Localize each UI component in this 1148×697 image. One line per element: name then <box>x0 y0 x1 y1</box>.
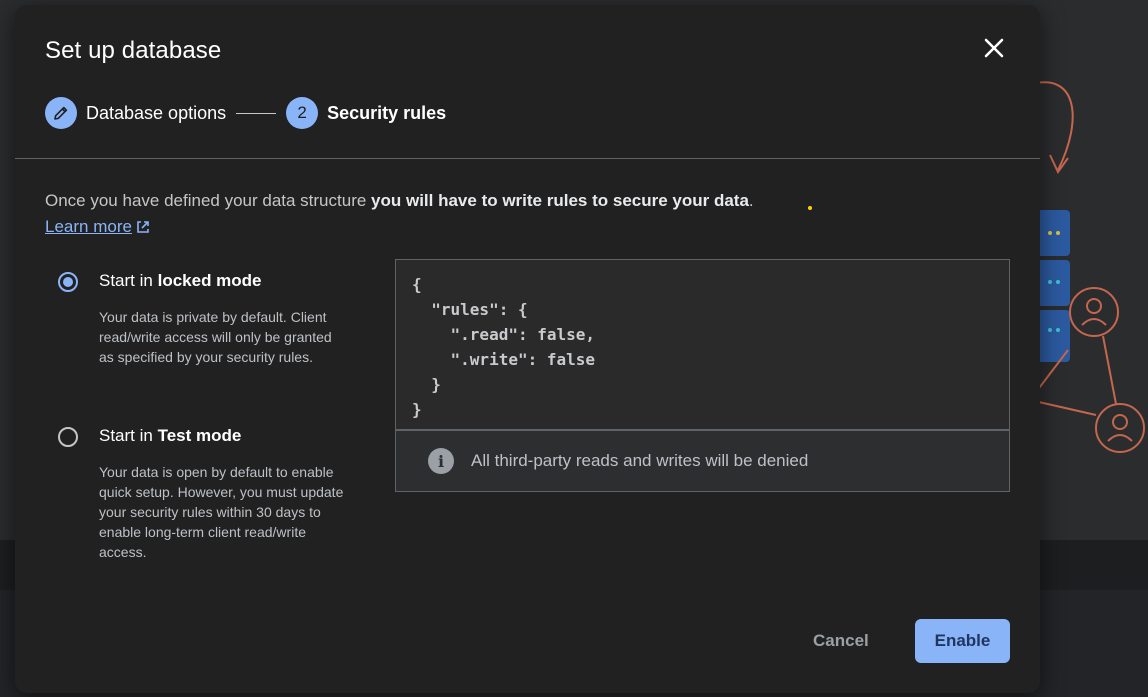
learn-more-label: Learn more <box>45 217 132 236</box>
cancel-button[interactable]: Cancel <box>797 619 885 663</box>
rules-code: { "rules": { ".read": false, ".write": f… <box>412 275 596 419</box>
cursor-dot <box>808 206 812 210</box>
radio-test-mode[interactable] <box>58 427 78 447</box>
intro-end: . <box>748 191 754 210</box>
info-icon: i <box>428 448 454 474</box>
info-banner: i All third-party reads and writes will … <box>395 430 1010 492</box>
intro-plain: Once you have defined your data structur… <box>45 191 372 210</box>
learn-more-link[interactable]: Learn more <box>45 217 151 237</box>
header-divider <box>15 158 1040 159</box>
option-locked-mode-label: locked mode <box>157 271 262 290</box>
dialog-title: Set up database <box>45 37 222 64</box>
option-test-description: Your data is open by default to enable q… <box>99 464 344 560</box>
option-locked-prefix: Start in <box>99 271 158 290</box>
intro-text: Once you have defined your data structur… <box>45 191 754 211</box>
option-locked-description: Your data is private by default. Client … <box>99 309 332 365</box>
intro-bold: you will have to write rules to secure y… <box>371 191 749 210</box>
step-connector <box>236 112 277 114</box>
step-2-indicator: 2 <box>286 97 319 129</box>
info-text: All third-party reads and writes will be… <box>471 451 809 470</box>
setup-database-dialog: Set up database Database options 2 Secur… <box>15 5 1040 693</box>
rules-code-preview: { "rules": { ".read": false, ".write": f… <box>395 259 1010 430</box>
external-link-icon <box>137 221 149 233</box>
stepper: Database options 2 Security rules <box>45 97 446 129</box>
option-test-title: Start in Test mode <box>99 426 241 446</box>
option-test-mode-label: Test mode <box>157 426 242 445</box>
option-locked-title: Start in locked mode <box>99 271 262 291</box>
enable-button[interactable]: Enable <box>915 619 1010 663</box>
pencil-icon <box>54 106 68 120</box>
radio-locked-mode[interactable] <box>58 272 78 292</box>
close-button[interactable] <box>981 35 1007 61</box>
step-1-label: Database options <box>86 102 227 123</box>
step-1-indicator <box>45 97 77 129</box>
close-icon <box>984 38 1004 58</box>
option-test-prefix: Start in <box>99 426 158 445</box>
step-2-label: Security rules <box>327 102 447 123</box>
